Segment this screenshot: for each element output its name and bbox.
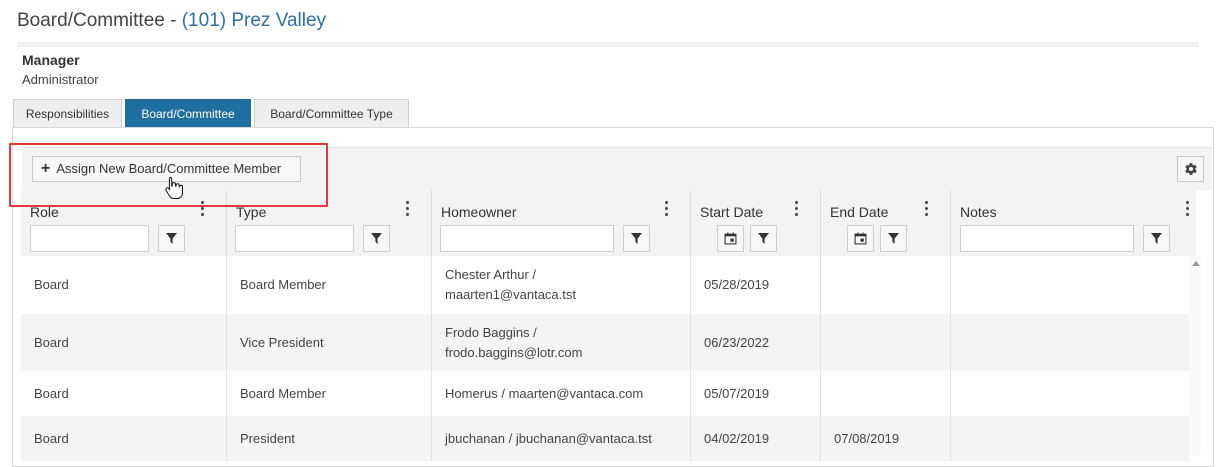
cell-notes — [951, 416, 1189, 461]
scroll-up-arrow-icon[interactable] — [1192, 261, 1200, 266]
cell-start-date: 05/28/2019 — [691, 256, 821, 314]
table-row[interactable]: Board President jbuchanan / jbuchanan@va… — [21, 416, 1189, 461]
cell-type: Vice President — [227, 314, 432, 371]
homeowner-email: maarten1@vantaca.tst — [445, 287, 576, 302]
page-title-prefix: Board/Committee - — [17, 10, 182, 31]
cell-end-date — [821, 371, 951, 416]
filter-icon — [371, 233, 382, 244]
homeowner-email: frodo.baggins@lotr.com — [445, 344, 583, 360]
cell-start-date: 04/02/2019 — [691, 416, 821, 461]
filter-button-notes[interactable] — [1143, 225, 1170, 252]
tab-responsibilities[interactable]: Responsibilities — [13, 99, 122, 127]
hand-cursor-icon — [165, 177, 183, 199]
manager-name: Administrator — [22, 72, 99, 87]
column-end-date: End Date — [821, 190, 951, 256]
filter-button-type[interactable] — [363, 225, 390, 252]
cell-role: Board — [21, 256, 227, 314]
filter-input-type[interactable] — [235, 225, 354, 252]
cell-start-date: 05/07/2019 — [691, 371, 821, 416]
cell-type: President — [227, 416, 432, 461]
column-menu-icon[interactable] — [662, 200, 670, 218]
cell-end-date: 07/08/2019 — [821, 416, 951, 461]
cell-end-date — [821, 256, 951, 314]
cell-homeowner: Frodo Baggins / frodo.baggins@lotr.com — [432, 314, 691, 371]
column-menu-icon[interactable] — [792, 200, 800, 218]
gear-icon — [1184, 163, 1197, 175]
cell-notes — [951, 371, 1189, 416]
column-title-end-date: End Date — [830, 204, 889, 220]
filter-icon — [1151, 233, 1162, 244]
column-menu-icon[interactable] — [922, 200, 930, 218]
cell-start-date: 06/23/2022 — [691, 314, 821, 371]
cell-role: Board — [21, 416, 227, 461]
column-menu-icon[interactable] — [403, 200, 411, 218]
cell-role: Board — [21, 371, 227, 416]
filter-input-homeowner[interactable] — [440, 225, 614, 252]
column-title-notes: Notes — [960, 204, 997, 220]
cell-homeowner: jbuchanan / jbuchanan@vantaca.tst — [432, 416, 691, 461]
tab-board-committee[interactable]: Board/Committee — [125, 99, 251, 127]
filter-button-end-date[interactable] — [880, 225, 907, 252]
filter-input-role[interactable] — [30, 225, 149, 252]
column-notes: Notes — [951, 190, 1196, 256]
cell-role: Board — [21, 314, 227, 371]
tab-board-committee-type[interactable]: Board/Committee Type — [254, 99, 409, 127]
cell-type: Board Member — [227, 256, 432, 314]
cell-homeowner: Homerus / maarten@vantaca.com — [432, 371, 691, 416]
filter-button-homeowner[interactable] — [623, 225, 650, 252]
filter-icon — [888, 233, 899, 244]
column-title-start-date: Start Date — [700, 204, 764, 220]
cell-notes — [951, 314, 1189, 371]
table-row[interactable]: Board Vice President Frodo Baggins / fro… — [21, 314, 1189, 371]
settings-button[interactable] — [1177, 156, 1204, 182]
date-picker-button-start[interactable] — [717, 225, 744, 252]
vertical-scrollbar[interactable] — [1189, 256, 1201, 455]
column-start-date: Start Date — [691, 190, 821, 256]
filter-button-start-date[interactable] — [750, 225, 777, 252]
column-title-homeowner: Homeowner — [441, 204, 517, 220]
filter-icon — [631, 233, 642, 244]
filter-icon — [166, 233, 177, 244]
calendar-icon — [854, 232, 867, 245]
association-link[interactable]: (101) Prez Valley — [182, 10, 326, 31]
date-picker-button-end[interactable] — [847, 225, 874, 252]
cell-notes — [951, 256, 1189, 314]
cell-type: Board Member — [227, 371, 432, 416]
cell-end-date — [821, 314, 951, 371]
table-row[interactable]: Board Board Member Homerus / maarten@van… — [21, 371, 1189, 416]
calendar-icon — [724, 232, 737, 245]
column-menu-icon[interactable] — [1183, 200, 1191, 218]
filter-input-notes[interactable] — [960, 225, 1134, 252]
filter-icon — [758, 233, 769, 244]
table-row[interactable]: Board Board Member Chester Arthur / maar… — [21, 256, 1189, 314]
filter-button-role[interactable] — [158, 225, 185, 252]
column-homeowner: Homeowner — [432, 190, 691, 256]
cell-homeowner: Chester Arthur / maarten1@vantaca.tst — [432, 256, 691, 314]
homeowner-name: Frodo Baggins / — [445, 324, 537, 340]
page-title: Board/Committee - (101) Prez Valley — [17, 10, 326, 32]
manager-role-label: Manager — [22, 52, 80, 68]
homeowner-name: Chester Arthur / — [445, 267, 537, 282]
manager-divider — [17, 42, 1199, 47]
